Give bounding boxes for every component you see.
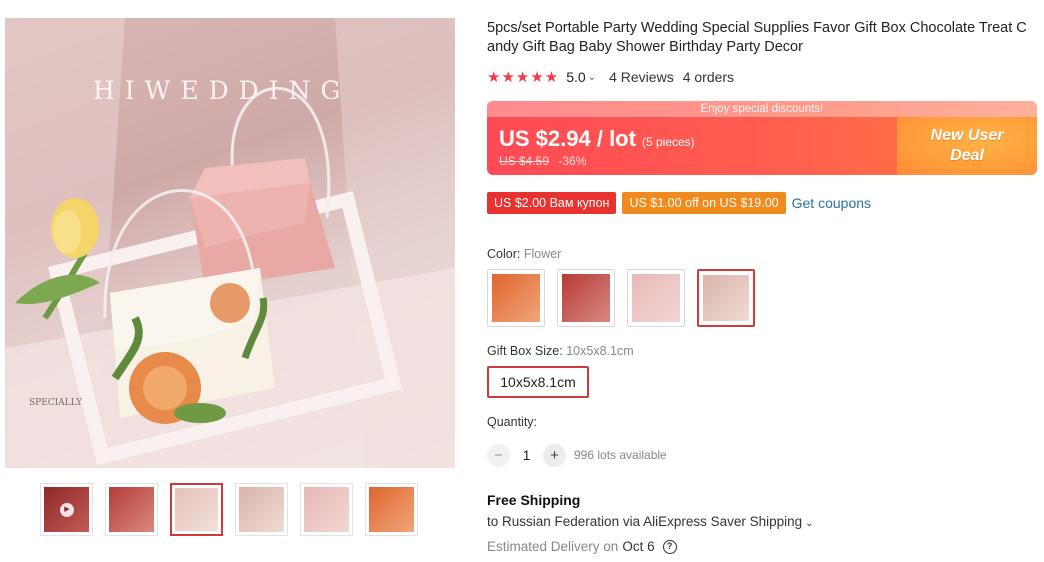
original-price-row: US $4.59 -36% [499,154,586,168]
product-title: 5pcs/set Portable Party Wedding Special … [487,20,1027,55]
decrease-quantity-button[interactable]: − [487,443,510,467]
color-label: Color: Flower [487,247,561,261]
coupon-badge-select[interactable]: US $1.00 off on US $19.00 [622,192,786,214]
discount-percent: -36% [558,154,587,168]
size-label: Gift Box Size: 10x5x8.1cm [487,344,634,358]
size-option-10x5x8[interactable]: 10x5x8.1cm [487,366,589,398]
thumbnail-image [175,488,218,531]
rating-row: ★★★★★ 5.0 ⌄ 4 Reviews 4 orders [487,68,734,86]
discount-banner: Enjoy special discounts! [487,101,1037,117]
thumbnail-red[interactable] [105,483,158,536]
orders-count: 4 orders [682,69,735,85]
reviews-link[interactable]: 4 Reviews [609,69,674,85]
brand-watermark: HIWEDDING [93,76,351,105]
coupon-badge-store[interactable]: US $2.00 Вам купон [487,192,617,214]
shipping-title: Free Shipping [487,492,581,508]
quantity-label: Quantity: [487,415,538,429]
thumbnail-image [239,487,284,532]
play-icon: ▶ [60,503,74,517]
help-icon[interactable]: ? [662,539,677,554]
size-label-text: Gift Box Size: [487,344,563,358]
current-price: US $2.94 / lot (5 pieces) [499,126,695,152]
photo-caption: SPECIALLY [29,398,83,408]
stock-available: 996 lots available [574,448,667,462]
delivery-label: Estimated Delivery on [487,539,619,554]
new-user-deal-badge[interactable]: New User Deal [897,117,1037,175]
thumbnail-image [369,487,414,532]
swatch-image [632,274,680,322]
swatch-image [703,275,749,321]
get-coupons-link[interactable]: Get coupons [792,195,871,211]
estimated-delivery: Estimated Delivery on Oct 6 ? [487,539,677,554]
chevron-down-icon[interactable]: ⌄ [588,72,596,83]
thumbnail-flower-box[interactable] [235,483,288,536]
delivery-date: Oct 6 [622,539,655,554]
price-pieces: (5 pieces) [641,135,695,149]
original-price: US $4.59 [499,154,550,168]
thumbnail-image [304,487,349,532]
coupon-row: US $2.00 Вам купон US $1.00 off on US $1… [487,192,871,214]
star-rating-icon: ★★★★★ [487,69,560,86]
thumbnail-image [109,487,154,532]
swatch-pink[interactable] [627,269,685,327]
swatch-image [492,274,540,322]
size-selected-value: 10x5x8.1cm [566,344,634,358]
increase-quantity-button[interactable]: + [543,443,566,467]
chevron-down-icon: ⌄ [805,518,814,529]
thumbnail-pink[interactable] [300,483,353,536]
thumbnail-video[interactable]: ▶ [40,483,93,536]
quantity-stepper: − 1 + 996 lots available [487,443,667,467]
main-product-image[interactable]: HIWEDDING SPECIALLY [5,18,455,468]
thumbnail-flower[interactable] [170,483,223,536]
rating-score[interactable]: 5.0 [566,69,585,85]
shipping-destination-text: to Russian Federation via AliExpress Sav… [487,514,803,529]
thumbnail-orange[interactable] [365,483,418,536]
price-value: US $2.94 / lot [499,126,636,151]
shipping-destination[interactable]: to Russian Federation via AliExpress Sav… [487,514,814,529]
swatch-image [562,274,610,322]
deal-line-2: Deal [950,147,984,164]
price-box: Enjoy special discounts! US $2.94 / lot … [487,101,1037,175]
swatch-red[interactable] [557,269,615,327]
quantity-input[interactable]: 1 [510,447,543,463]
swatch-flower[interactable] [697,269,755,327]
color-selected-value: Flower [523,247,562,261]
color-label-text: Color: [487,247,521,261]
deal-line-1: New User [930,127,1004,144]
swatch-orange[interactable] [487,269,545,327]
